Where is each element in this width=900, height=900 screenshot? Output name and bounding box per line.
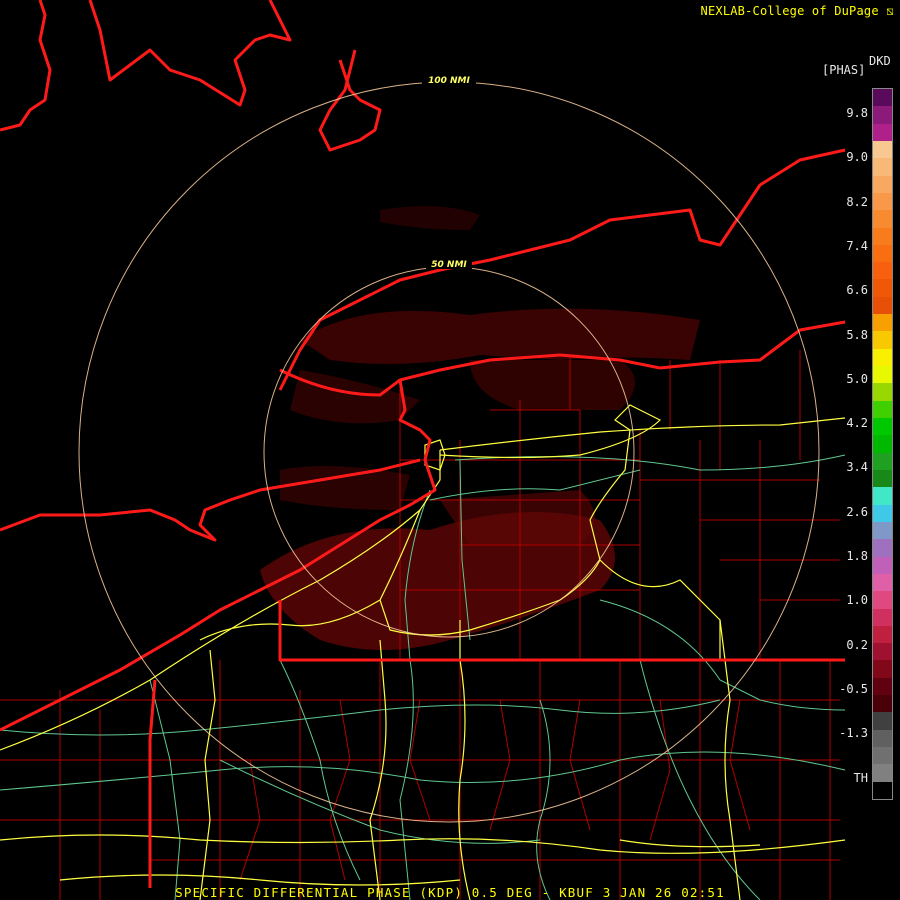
legend-tick-label: 1.0 [846, 593, 868, 608]
radar-map: 50 NMI 100 NMI [0, 0, 846, 900]
color-scale-swatch [873, 210, 892, 229]
product-caption: SPECIFIC DIFFERENTIAL PHASE (KDP) 0.5 DE… [175, 885, 725, 900]
legend-tick-label: 3.4 [846, 460, 868, 475]
color-scale-swatch [873, 418, 892, 436]
color-scale-swatch [873, 677, 892, 696]
color-scale-swatch [873, 140, 892, 159]
interstate-lines [0, 404, 846, 900]
border-lines [0, 0, 846, 888]
color-scale-swatch [873, 781, 892, 800]
color-scale-swatch [873, 452, 892, 471]
color-scale-swatch [873, 175, 892, 194]
color-scale-swatch [873, 712, 892, 731]
color-scale-swatch [873, 469, 892, 488]
color-scale-swatch [873, 331, 892, 350]
legend-tick-label: -1.3 [839, 726, 868, 741]
legend-tick-label: 9.8 [846, 106, 868, 120]
color-scale-swatch [873, 106, 892, 125]
color-scale-swatch [873, 521, 892, 540]
color-scale-swatch [873, 591, 892, 609]
color-scale-swatch [873, 123, 892, 142]
color-scale-swatch [873, 729, 892, 748]
legend-tick-label: 2.6 [846, 504, 868, 519]
highway-lines [0, 454, 846, 900]
color-scale-bar [872, 88, 893, 800]
color-scale-swatch [873, 660, 892, 679]
color-scale-swatch [873, 539, 892, 558]
color-scale-swatch [873, 487, 892, 506]
range-ring-label-50: 50 NMI [431, 260, 467, 270]
legend-tick-label: 5.8 [846, 327, 868, 342]
color-scale-swatch [873, 158, 892, 177]
legend-tick-label: 0.2 [846, 637, 868, 652]
legend-tick-label: 8.2 [846, 194, 868, 209]
color-scale-swatch [873, 435, 892, 454]
color-scale-swatch [873, 625, 892, 644]
color-scale-swatch [873, 383, 892, 402]
color-scale-swatch [873, 695, 892, 713]
color-scale-swatch [873, 764, 892, 783]
color-scale-swatch [873, 227, 892, 246]
color-scale-swatch [873, 556, 892, 575]
legend-tick-label: -0.5 [839, 681, 868, 696]
color-scale-swatch [873, 348, 892, 367]
color-scale-swatch [873, 244, 892, 263]
legend-tick-label: TH [853, 770, 868, 785]
site-credit: NEXLAB-College of DuPage ⧅ [700, 4, 894, 18]
range-rings [78, 81, 820, 823]
color-scale-swatch [873, 747, 892, 765]
color-scale-swatch [873, 314, 892, 332]
color-scale-swatch [873, 400, 892, 419]
legend-tick-label: 9.0 [846, 150, 868, 165]
range-ring-100 [78, 81, 820, 823]
legend-tick-label: 1.8 [846, 549, 868, 563]
color-scale-swatch [873, 504, 892, 523]
color-scale-swatch [873, 262, 892, 280]
legend-product-code: DKD [869, 54, 891, 68]
color-scale-swatch [873, 89, 892, 107]
color-scale-swatch [873, 608, 892, 627]
color-scale-swatch [873, 643, 892, 661]
legend-tick-label: 7.4 [846, 238, 868, 253]
color-scale-swatch [873, 192, 892, 211]
legend-units: [PHAS] [822, 63, 866, 77]
legend-tick-label: 6.6 [846, 283, 868, 298]
color-scale-swatch [873, 296, 892, 315]
color-scale-swatch [873, 366, 892, 384]
range-ring-label-100: 100 NMI [428, 76, 470, 86]
legend-tick-label: 5.0 [846, 371, 868, 386]
color-scale-swatch [873, 573, 892, 592]
color-scale-swatch [873, 279, 892, 298]
legend-tick-label: 4.2 [846, 416, 868, 431]
